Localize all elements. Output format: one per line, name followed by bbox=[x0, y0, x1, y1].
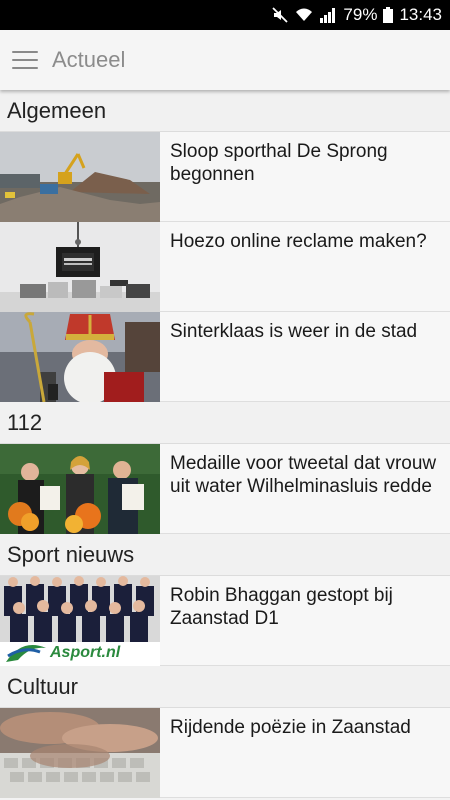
page-title: Actueel bbox=[52, 47, 126, 72]
clock: 13:43 bbox=[399, 5, 442, 24]
article-thumbnail-sinterklaas bbox=[0, 312, 160, 402]
article-headline: Hoezo online reclame maken? bbox=[170, 231, 427, 252]
article-item[interactable]: Hoezo online reclame maken? bbox=[0, 222, 450, 312]
article-headline: Sinterklaas is weer in de stad bbox=[170, 321, 418, 342]
article-headline: Medaille voor tweetal dat vrouw uit wate… bbox=[170, 453, 437, 497]
article-thumbnail-computers bbox=[0, 222, 160, 312]
article-thumbnail-medal-ceremony bbox=[0, 444, 160, 534]
app-bar: Actueel bbox=[0, 30, 450, 90]
news-list[interactable]: Algemeen Sloop sporthal De Sprong begonn… bbox=[0, 90, 450, 800]
section-header-sport-nieuws: Sport nieuws bbox=[0, 534, 450, 576]
mute-icon bbox=[271, 6, 289, 24]
article-headline: Sloop sporthal De Sprong begonnen bbox=[170, 141, 388, 185]
section-header-112: 112 bbox=[0, 402, 450, 444]
article-thumbnail-volleyball-team: Asport.nl bbox=[0, 576, 160, 666]
article-thumbnail-demolition bbox=[0, 132, 160, 222]
asport-logo-text: Asport.nl bbox=[50, 644, 121, 661]
section-header-algemeen: Algemeen bbox=[0, 90, 450, 132]
wifi-icon bbox=[295, 6, 313, 24]
article-item[interactable]: Medaille voor tweetal dat vrouw uit wate… bbox=[0, 444, 450, 534]
article-item[interactable]: Asport.nl Robin Bhaggan gestopt bij Zaan… bbox=[0, 576, 450, 666]
status-bar: 79% 13:43 bbox=[0, 0, 450, 30]
article-item[interactable]: Sloop sporthal De Sprong begonnen bbox=[0, 132, 450, 222]
battery-percentage: 79% bbox=[343, 5, 378, 24]
signal-icon bbox=[319, 6, 337, 24]
article-headline: Rijdende poëzie in Zaanstad bbox=[170, 717, 411, 738]
section-header-cultuur: Cultuur bbox=[0, 666, 450, 708]
article-thumbnail-keyboard-hands bbox=[0, 708, 160, 798]
battery-icon bbox=[383, 6, 394, 24]
article-item[interactable]: Sinterklaas is weer in de stad bbox=[0, 312, 450, 402]
hamburger-menu-icon[interactable] bbox=[12, 51, 38, 69]
article-headline: Robin Bhaggan gestopt bij Zaanstad D1 bbox=[170, 585, 393, 629]
article-item[interactable]: Rijdende poëzie in Zaanstad bbox=[0, 708, 450, 798]
